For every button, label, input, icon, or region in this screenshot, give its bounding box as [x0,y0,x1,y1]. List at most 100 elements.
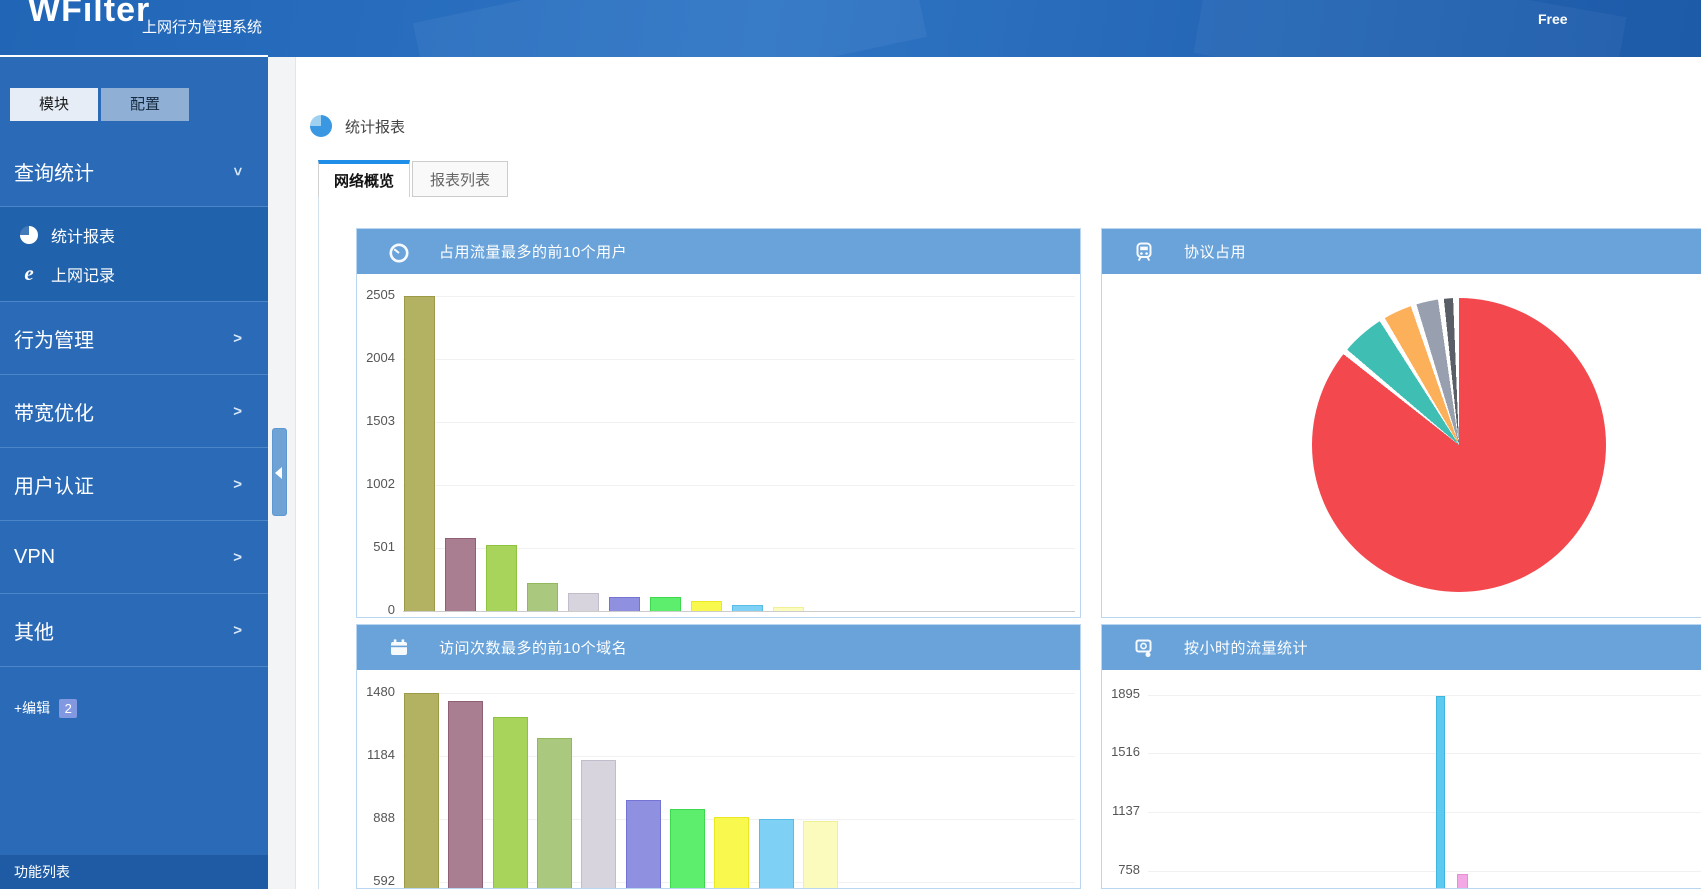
chevron-right-icon: > [233,549,242,566]
content-tabbar: 网络概览 报表列表 [318,160,508,197]
chevron-down-icon: > [229,167,246,176]
y-tick-label: 1516 [1111,744,1140,759]
sidebar-item-label: 用户认证 [14,470,94,499]
y-tick-label: 1184 [367,747,395,762]
sidebar-item-label: VPN [14,546,55,569]
bar [609,597,640,611]
ie-browser-icon: e [20,261,38,286]
sidebar-item-label: 其他 [14,616,54,645]
app-subtitle: 上网行为管理系统 [142,16,262,37]
panel-protocol-usage: 协议占用 [1101,228,1701,618]
hourly-traffic-icon [1132,636,1156,660]
bar [527,583,558,611]
y-tick-label: 1480 [366,684,395,699]
panel-title: 协议占用 [1184,241,1246,262]
bar [537,738,572,888]
function-list-bar[interactable]: 功能列表 [0,855,268,889]
bar [404,296,435,611]
bar [493,717,528,888]
y-tick-label: 2004 [366,350,395,365]
bar [650,597,681,611]
wfilter-app: WFilter 上网行为管理系统 Free 模块 配置 查询统计 > 统计报表 … [0,0,1701,889]
y-tick-label: 888 [373,810,395,825]
page-header: 统计报表 [310,115,405,137]
bar [445,538,476,611]
sidebar-item-vpn[interactable]: VPN > [0,521,268,594]
sidebar-item-internet-records[interactable]: e 上网记录 [0,254,268,293]
sidebar-item-user-authentication[interactable]: 用户认证 > [0,448,268,521]
sidebar-collapse-handle[interactable] [272,428,287,516]
y-tick-label: 1002 [366,476,395,491]
sidebar-item-label: 统计报表 [51,223,115,247]
sidebar-item-other[interactable]: 其他 > [0,594,268,667]
sidebar-tabs: 模块 配置 [10,88,268,121]
panel-title: 访问次数最多的前10个域名 [439,637,627,658]
chevron-right-icon: > [233,622,242,639]
bar [803,821,838,888]
panel-body: 05011002150320042505 [357,274,1080,617]
panel-header: 访问次数最多的前10个域名 [357,625,1080,670]
sidebar-item-label: 带宽优化 [14,397,94,426]
protocol-pie-chart [1102,274,1701,617]
top-header-bar: WFilter 上网行为管理系统 Free [0,0,1701,57]
y-tick-label: 758 [1118,862,1140,877]
chevron-right-icon: > [233,403,242,420]
panel-header: 协议占用 [1102,229,1701,274]
sidebar-item-label: 上网记录 [51,262,115,286]
pie-chart-icon [20,226,38,244]
bar [568,593,599,611]
bar [732,605,763,611]
sidebar-tab-modules[interactable]: 模块 [10,88,98,121]
y-tick-label: 1137 [1112,803,1140,818]
y-tick-label: 501 [373,539,395,554]
collapse-left-icon [275,467,282,479]
bar [581,760,616,888]
top-domains-bar-chart: 592 888 1184 1480 [357,670,1080,888]
bars-group [404,693,838,888]
sidebar-splitter [268,57,296,889]
panel-top-domains: 访问次数最多的前10个域名 592 888 1184 1480 [356,624,1081,889]
edit-menu-link[interactable]: +编辑 2 [14,698,77,718]
sidebar-item-behavior-management[interactable]: 行为管理 > [0,302,268,375]
tab-report-list[interactable]: 报表列表 [412,161,508,197]
bar [626,800,661,888]
bar [486,545,517,611]
hourly-traffic-bar-chart: 758 1137 1516 1895 [1102,670,1701,888]
gridline [1148,871,1701,872]
y-tick-label: 592 [373,873,395,888]
bars-group [404,296,804,611]
panel-body: 758 1137 1516 1895 [1102,670,1701,888]
y-axis: 592 888 1184 1480 [357,670,403,888]
sidebar-item-query-statistics[interactable]: 查询统计 > [0,136,268,207]
tab-network-overview[interactable]: 网络概览 [318,160,410,197]
panel-header: 占用流量最多的前10个用户 [357,229,1080,274]
top-users-bar-chart: 05011002150320042505 [357,274,1080,617]
gridline [1148,812,1701,813]
plot-area [403,670,1075,888]
sidebar-item-statistics-report[interactable]: 统计报表 [0,215,268,254]
bar [714,817,749,888]
sidebar-tab-config[interactable]: 配置 [101,88,189,121]
panel-body [1102,274,1701,617]
bar [404,693,439,888]
plot-area [403,274,1075,611]
panel-body: 592 888 1184 1480 [357,670,1080,888]
bar [759,819,794,888]
panel-top-users: 占用流量最多的前10个用户 05011002150320042505 [356,228,1081,618]
sidebar-item-label: 查询统计 [14,157,94,186]
protocol-icon [1132,240,1156,264]
edit-label: +编辑 [14,698,50,718]
chevron-right-icon: > [233,330,242,347]
pie-chart [1312,298,1606,592]
main-content: 统计报表 网络概览 报表列表 占用流量最多的前10个用户 [296,57,1701,889]
bar [691,601,722,611]
y-tick-label: 2505 [366,287,395,302]
bar [1436,696,1445,888]
gridline [403,611,1075,612]
bar [1457,874,1468,889]
tab-content: 占用流量最多的前10个用户 05011002150320042505 [318,197,1701,889]
gridline [1148,753,1701,754]
sidebar-item-label: 行为管理 [14,324,94,353]
y-tick-label: 1895 [1111,686,1140,701]
sidebar-item-bandwidth-optimization[interactable]: 带宽优化 > [0,375,268,448]
